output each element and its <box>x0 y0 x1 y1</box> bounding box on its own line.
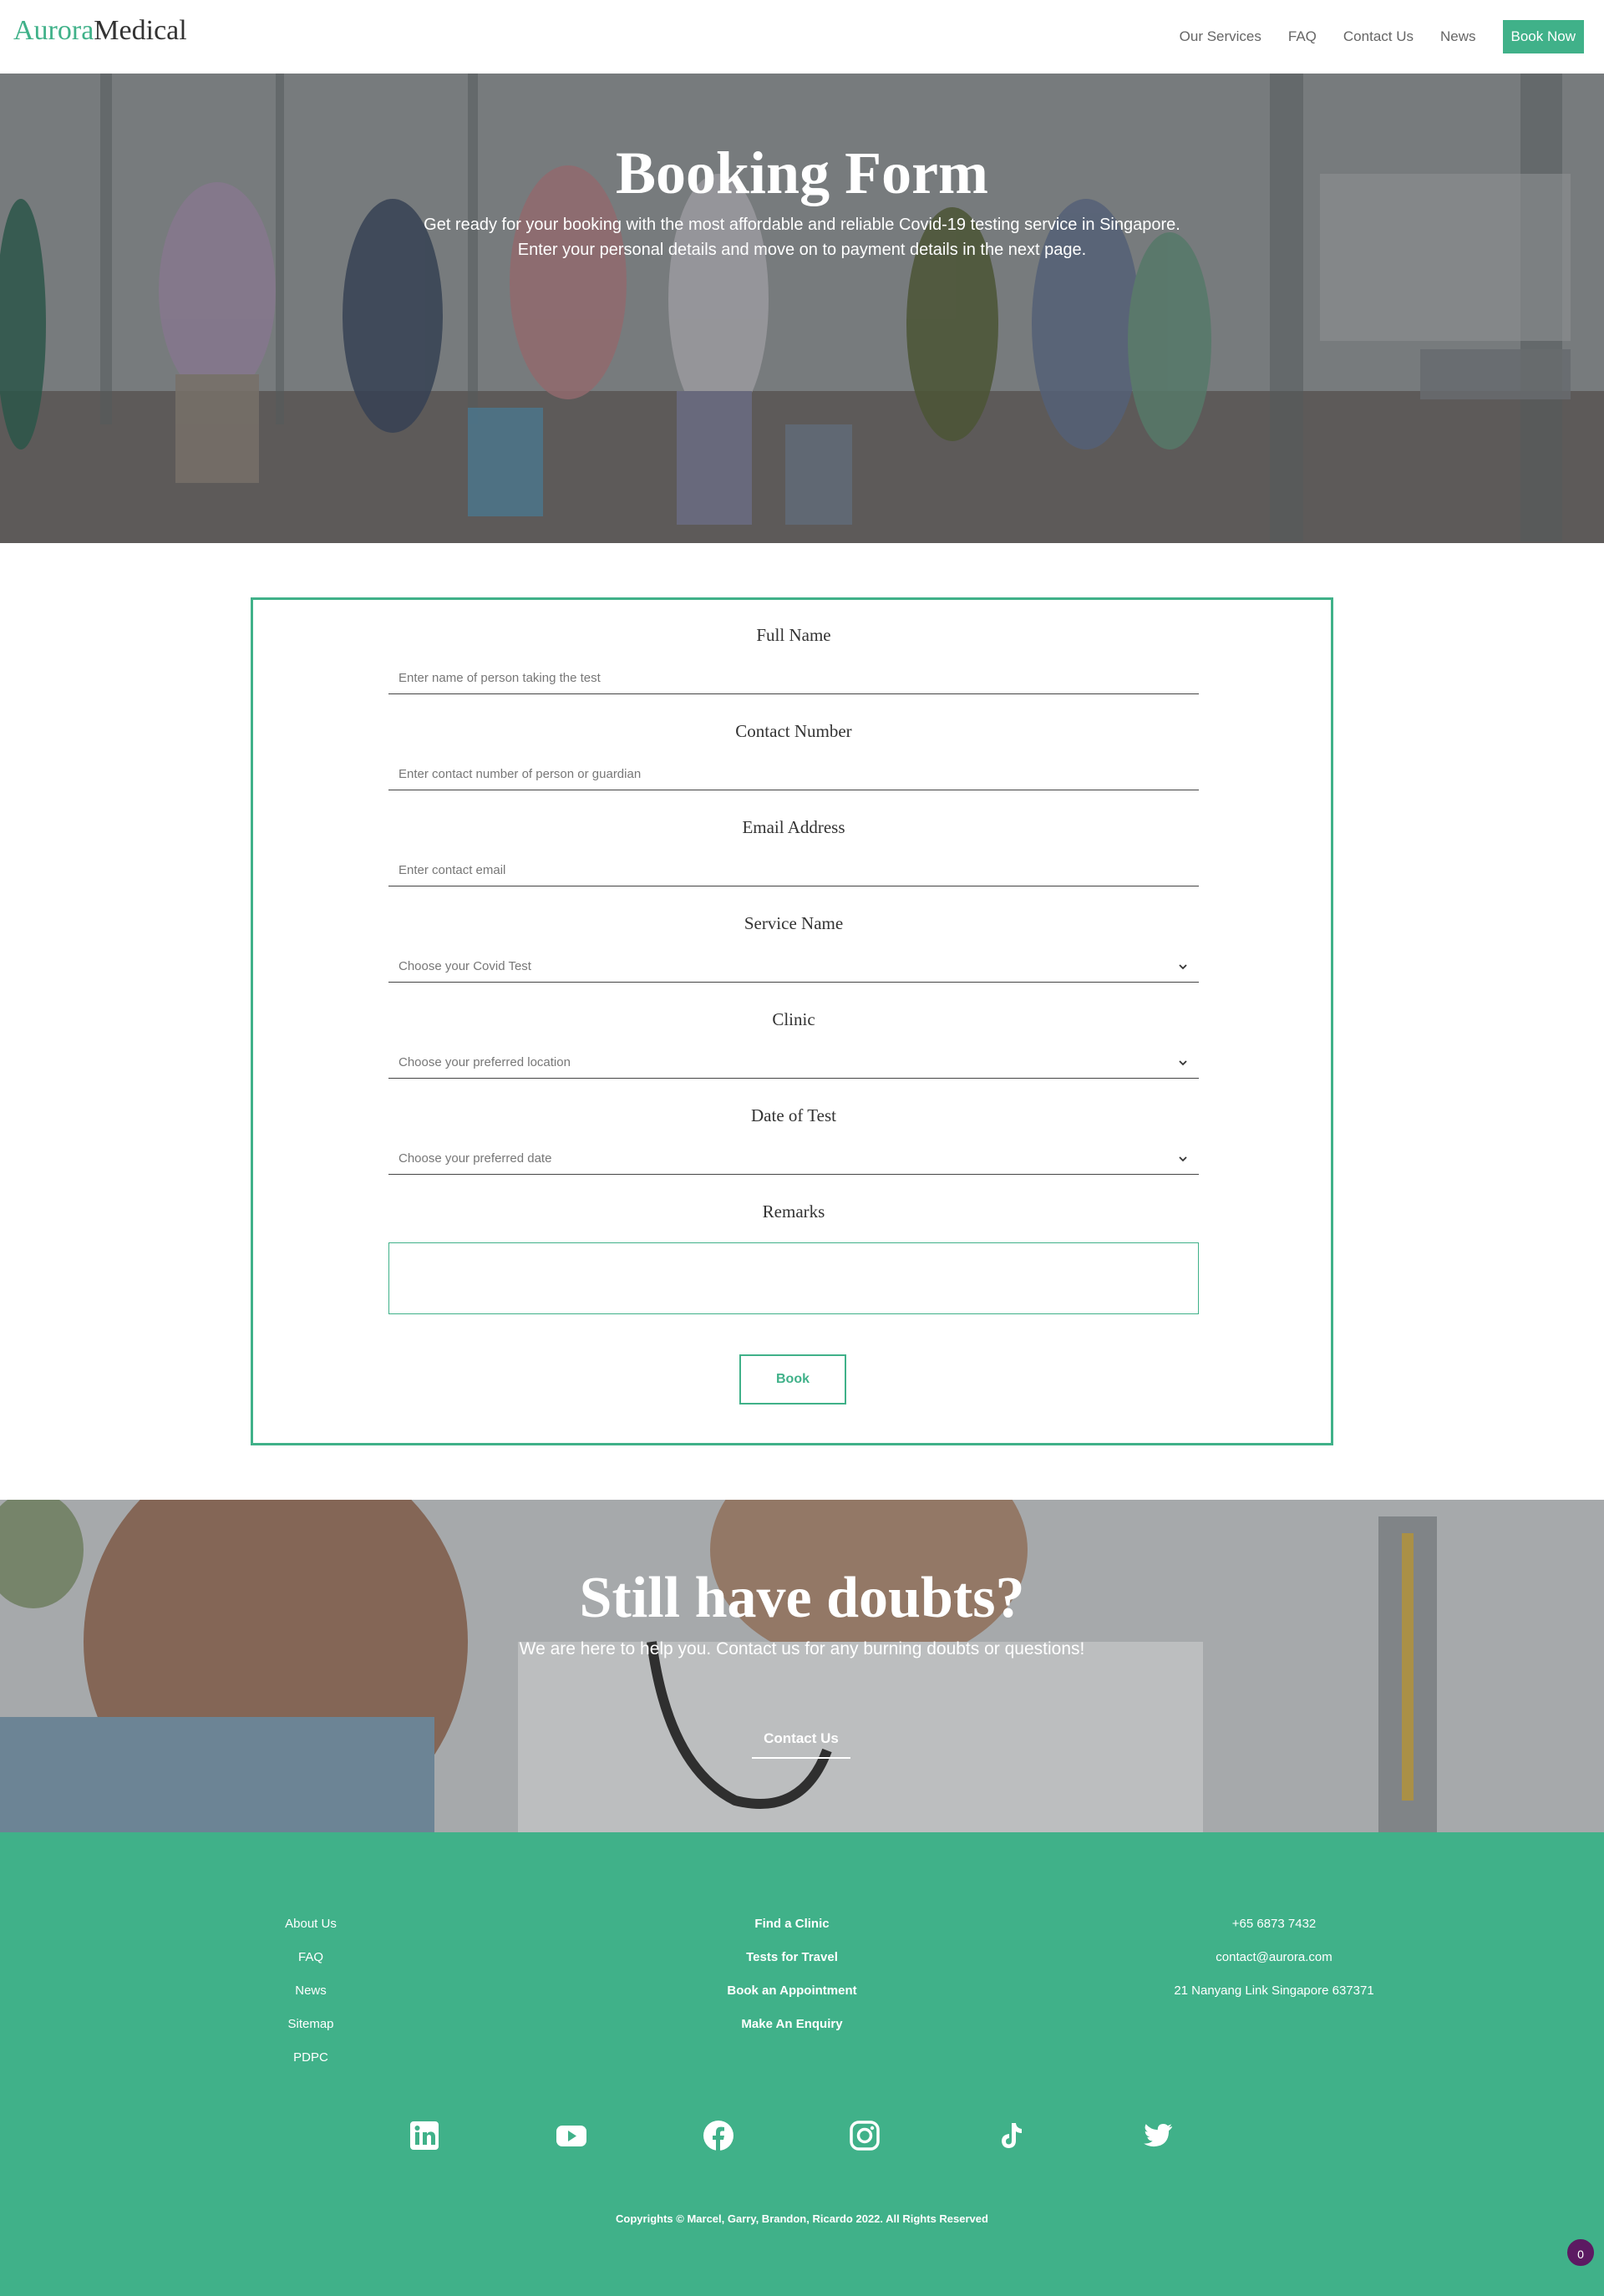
date-of-test-label: Date of Test <box>751 1105 836 1125</box>
nav-contact-us[interactable]: Contact Us <box>1343 20 1414 53</box>
clinic-label: Clinic <box>772 1009 815 1029</box>
youtube-icon[interactable] <box>555 2119 588 2152</box>
hero-subtitle: Get ready for your booking with the most… <box>0 212 1604 262</box>
book-now-button[interactable]: Book Now <box>1502 20 1584 53</box>
footer-column-contact: +65 6873 7432 contact@aurora.com 21 Nany… <box>1149 1907 1399 2008</box>
logo-aurora: Aurora <box>13 15 94 46</box>
contact-us-link[interactable]: Contact Us <box>752 1730 850 1759</box>
full-name-field: Full Name Enter name of person taking th… <box>388 622 1199 694</box>
facebook-icon[interactable] <box>702 2119 735 2152</box>
chevron-down-icon <box>1179 964 1187 970</box>
footer-link-sitemap[interactable]: Sitemap <box>227 2008 394 2041</box>
footer: About Us FAQ News Sitemap PDPC Find a Cl… <box>0 1832 1604 2296</box>
footer-link-book-appointment[interactable]: Book an Appointment <box>667 1974 917 2008</box>
remarks-field: Remarks <box>388 1199 1199 1224</box>
hero-banner: Booking Form Get ready for your booking … <box>0 74 1604 543</box>
contact-number-label: Contact Number <box>735 721 852 741</box>
hero-subtitle-line1: Get ready for your booking with the most… <box>424 216 1180 234</box>
service-name-label: Service Name <box>744 913 844 933</box>
tiktok-icon[interactable] <box>994 2119 1028 2152</box>
date-of-test-field: Date of Test Choose your preferred date <box>388 1103 1199 1175</box>
twitter-icon[interactable] <box>1141 2119 1175 2152</box>
contact-number-field: Contact Number Enter contact number of p… <box>388 719 1199 790</box>
email-address-label: Email Address <box>742 817 845 837</box>
footer-link-news[interactable]: News <box>227 1974 394 2008</box>
clinic-field: Clinic Choose your preferred location <box>388 1007 1199 1079</box>
footer-link-make-enquiry[interactable]: Make An Enquiry <box>667 2008 917 2041</box>
cta-subtitle: We are here to help you. Contact us for … <box>519 1639 1085 1659</box>
nav-faq[interactable]: FAQ <box>1288 20 1317 53</box>
email-address-field: Email Address Enter contact email <box>388 815 1199 886</box>
service-name-select[interactable]: Choose your Covid Test <box>388 952 1199 983</box>
logo[interactable]: AuroraMedical <box>13 15 187 47</box>
email-address-placeholder: Enter contact email <box>398 863 506 877</box>
cta-overlay <box>0 1500 1604 1832</box>
footer-link-pdpc[interactable]: PDPC <box>227 2041 394 2075</box>
service-name-field: Service Name Choose your Covid Test <box>388 911 1199 983</box>
full-name-input[interactable]: Enter name of person taking the test <box>388 664 1199 694</box>
footer-link-tests-travel[interactable]: Tests for Travel <box>667 1941 917 1974</box>
logo-medical: Medical <box>94 15 187 46</box>
date-of-test-placeholder: Choose your preferred date <box>398 1151 552 1166</box>
footer-column-info: About Us FAQ News Sitemap PDPC <box>227 1907 394 2075</box>
clinic-placeholder: Choose your preferred location <box>398 1055 571 1069</box>
nav-news[interactable]: News <box>1440 20 1476 53</box>
chat-badge[interactable]: 0 <box>1566 2238 1596 2268</box>
footer-link-find-clinic[interactable]: Find a Clinic <box>667 1907 917 1941</box>
hero-subtitle-line2: Enter your personal details and move on … <box>517 241 1087 259</box>
booking-form: Full Name Enter name of person taking th… <box>251 597 1333 1445</box>
hero-title: Booking Form <box>615 140 989 206</box>
full-name-label: Full Name <box>756 625 831 645</box>
instagram-icon[interactable] <box>848 2119 881 2152</box>
chevron-down-icon <box>1179 1060 1187 1066</box>
nav-links: Our Services FAQ Contact Us News Book No… <box>1153 20 1584 53</box>
chevron-down-icon <box>1179 1156 1187 1162</box>
linkedin-icon[interactable] <box>408 2119 441 2152</box>
footer-column-services: Find a Clinic Tests for Travel Book an A… <box>667 1907 917 2041</box>
clinic-select[interactable]: Choose your preferred location <box>388 1049 1199 1079</box>
full-name-placeholder: Enter name of person taking the test <box>398 671 601 685</box>
cta-title: Still have doubts? <box>579 1566 1025 1630</box>
remarks-textarea[interactable] <box>388 1242 1199 1314</box>
contact-number-placeholder: Enter contact number of person or guardi… <box>398 767 642 781</box>
contact-number-input[interactable]: Enter contact number of person or guardi… <box>388 760 1199 790</box>
footer-link-about-us[interactable]: About Us <box>227 1907 394 1941</box>
date-of-test-select[interactable]: Choose your preferred date <box>388 1145 1199 1175</box>
footer-email[interactable]: contact@aurora.com <box>1149 1941 1399 1974</box>
email-address-input[interactable]: Enter contact email <box>388 856 1199 886</box>
footer-link-faq[interactable]: FAQ <box>227 1941 394 1974</box>
nav-our-services[interactable]: Our Services <box>1180 20 1261 53</box>
book-button[interactable]: Book <box>739 1354 846 1405</box>
contact-cta-section: Still have doubts? We are here to help y… <box>0 1500 1604 1832</box>
footer-phone[interactable]: +65 6873 7432 <box>1149 1907 1399 1941</box>
footer-address: 21 Nanyang Link Singapore 637371 <box>1174 1984 1374 1998</box>
service-name-placeholder: Choose your Covid Test <box>398 959 531 973</box>
top-navbar: AuroraMedical Our Services FAQ Contact U… <box>0 0 1604 74</box>
remarks-label: Remarks <box>762 1201 825 1222</box>
copyright: Copyrights © Marcel, Garry, Brandon, Ric… <box>616 2212 988 2225</box>
